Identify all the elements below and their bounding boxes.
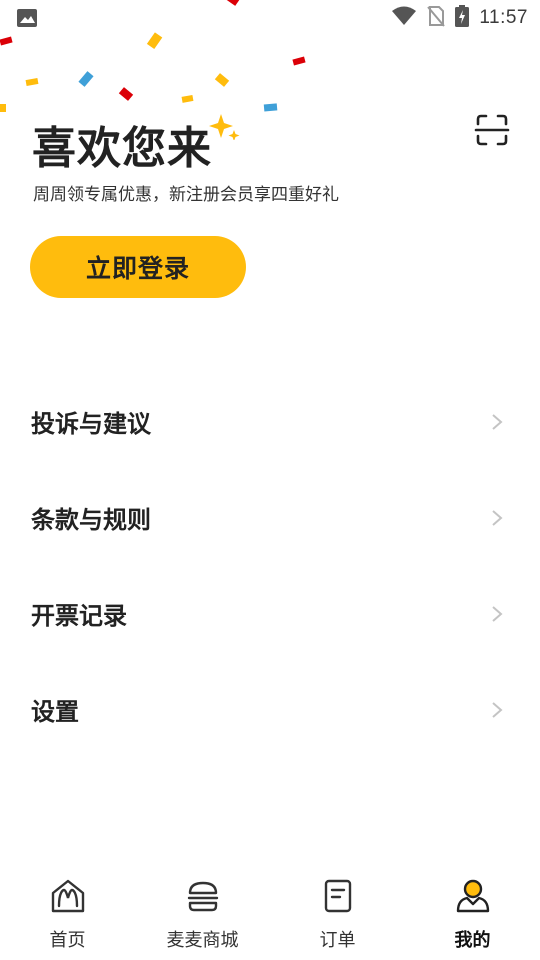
home-icon [51, 879, 84, 913]
chevron-right-icon [492, 414, 503, 430]
status-time: 11:57 [479, 7, 528, 28]
status-bar: 11:57 [0, 0, 540, 36]
tab-home[interactable]: 首页 [0, 862, 135, 960]
battery-charging-icon [455, 5, 470, 31]
menu-item-label: 投诉与建议 [31, 410, 151, 438]
menu-item-invoices[interactable]: 开票记录 [0, 564, 540, 660]
screen: 11:57 喜欢您来 周周领专属优惠，新注册会员享四重好礼 立即登录 投诉与建议… [0, 0, 540, 960]
scan-icon[interactable] [472, 110, 512, 150]
bottom-tab-bar: 首页 麦麦商城 订单 我的 [0, 862, 540, 960]
tab-label: 我的 [454, 930, 491, 951]
profile-icon [456, 879, 489, 913]
chevron-right-icon [492, 606, 503, 622]
login-button[interactable]: 立即登录 [30, 236, 246, 298]
welcome-title: 喜欢您来 [32, 123, 212, 174]
tab-orders[interactable]: 订单 [270, 862, 405, 960]
tab-profile[interactable]: 我的 [405, 862, 540, 960]
burger-icon [187, 881, 218, 912]
menu-item-label: 设置 [31, 698, 79, 726]
settings-menu: 投诉与建议 条款与规则 开票记录 设置 [0, 372, 540, 756]
tab-label: 订单 [319, 930, 356, 951]
tab-label: 麦麦商城 [166, 930, 239, 951]
menu-item-terms[interactable]: 条款与规则 [0, 468, 540, 564]
welcome-subtitle: 周周领专属优惠，新注册会员享四重好礼 [33, 185, 339, 205]
menu-item-settings[interactable]: 设置 [0, 660, 540, 756]
wifi-icon [391, 6, 417, 30]
status-icons: 11:57 [391, 5, 528, 31]
order-icon [324, 879, 351, 913]
menu-item-label: 开票记录 [31, 602, 127, 630]
tab-mall[interactable]: 麦麦商城 [135, 862, 270, 960]
chevron-right-icon [492, 510, 503, 526]
menu-item-label: 条款与规则 [31, 506, 151, 534]
no-sim-icon [427, 5, 446, 31]
tab-label: 首页 [49, 930, 86, 951]
menu-item-feedback[interactable]: 投诉与建议 [0, 372, 540, 468]
image-icon [16, 8, 38, 28]
chevron-right-icon [492, 702, 503, 718]
